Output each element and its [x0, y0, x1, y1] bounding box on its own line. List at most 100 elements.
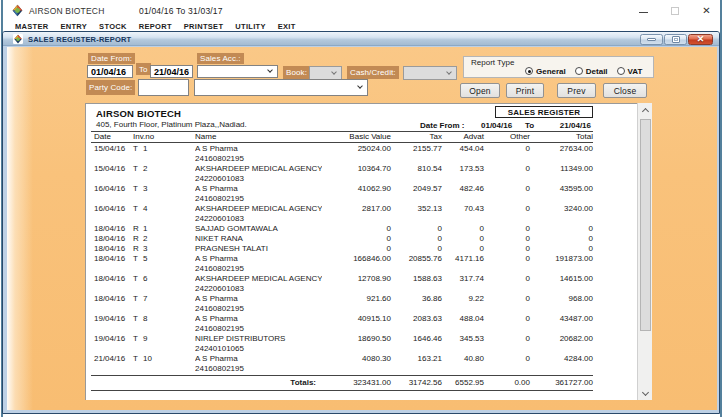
close-button[interactable]: ✕: [691, 0, 722, 21]
menu-item-entry[interactable]: ENTRY: [54, 22, 93, 31]
cell-name: A S Pharma24160802195: [195, 354, 322, 374]
cell-total: 43487.00: [530, 314, 593, 324]
print-button[interactable]: Print: [506, 83, 544, 98]
inv-type: T: [133, 354, 143, 364]
cell-name: NIKET RANA: [195, 234, 322, 244]
cell-basic-value: 0: [322, 244, 391, 254]
party-code-label: Party Code:: [86, 80, 135, 95]
close-form-button[interactable]: Close: [603, 83, 647, 98]
cell-total: 27634.00: [530, 144, 593, 154]
table-row: 19/04/16T8A S Pharma2416080219540915.102…: [91, 314, 593, 334]
minimize-button[interactable]: [628, 0, 659, 21]
cell-total: 0: [530, 244, 593, 254]
table-row: 18/04/16T7A S Pharma24160802195921.6036.…: [91, 294, 593, 314]
cell-name: AKSHARDEEP MEDICAL AGENCY24220601083: [195, 204, 322, 224]
cell-invno: T4: [133, 204, 195, 214]
cell-advat: 40.80: [442, 354, 484, 364]
inv-number: 10: [143, 354, 152, 363]
cell-date: 18/04/16: [91, 274, 133, 284]
prev-button[interactable]: Prev: [557, 83, 596, 98]
form-area: Date From: 01/04/16 To 21/04/16 Sales Ac…: [7, 47, 717, 410]
col-header-date: Date: [91, 132, 133, 142]
party-name: A S Pharma: [195, 354, 322, 364]
radio-icon: [617, 67, 625, 75]
cell-advat: 345.53: [442, 334, 484, 344]
menu-item-report[interactable]: REPORT: [133, 22, 178, 31]
sales-acc-combobox[interactable]: [197, 65, 278, 78]
table-row: 15/04/16T1A S Pharma2416080219525024.002…: [91, 144, 593, 164]
menu-item-exit[interactable]: EXIT: [272, 22, 302, 31]
table-row: 18/04/16R3PRAGNESH TALATI00000: [91, 244, 593, 254]
inv-number: 4: [143, 204, 147, 213]
cell-other: 0: [484, 354, 530, 364]
col-header-tax: Tax: [391, 132, 442, 142]
cell-invno: R1: [133, 224, 195, 234]
date-from-input[interactable]: 01/04/16: [87, 65, 133, 78]
menu-item-stock[interactable]: STOCK: [93, 22, 133, 31]
cell-total: 20682.00: [530, 334, 593, 344]
table-body: 15/04/16T1A S Pharma2416080219525024.002…: [91, 144, 593, 374]
window-border-right: [720, 0, 722, 417]
window-title-period: 01/04/16 To 31/03/17: [139, 6, 223, 16]
child-restore-button[interactable]: [664, 34, 687, 45]
cell-invno: T6: [133, 274, 195, 284]
party-name-combobox[interactable]: [194, 79, 368, 96]
sales-acc-label: Sales Acc.:: [197, 53, 244, 64]
inv-type: T: [133, 184, 143, 194]
scroll-up-icon[interactable]: [638, 103, 653, 117]
cell-basic-value: 4080.30: [322, 354, 391, 364]
cell-invno: T9: [133, 334, 195, 344]
date-to-input[interactable]: 21/04/16: [150, 65, 193, 78]
cell-tax: 352.13: [391, 204, 442, 214]
scroll-down-icon[interactable]: [638, 386, 653, 400]
party-name: A S Pharma: [195, 144, 322, 154]
cell-basic-value: 18690.50: [322, 334, 391, 344]
cell-date: 19/04/16: [91, 334, 133, 344]
party-gst-number: 24160802195: [195, 364, 322, 374]
menu-item-master[interactable]: MASTER: [9, 22, 54, 31]
menu-item-utility[interactable]: UTILITY: [229, 22, 271, 31]
inv-number: 1: [143, 144, 147, 153]
book-label: Book:: [283, 66, 310, 79]
party-name: A S Pharma: [195, 254, 322, 264]
cell-advat: 0: [442, 224, 484, 234]
radio-detail[interactable]: Detail: [575, 67, 608, 76]
party-name: AKSHARDEEP MEDICAL AGENCY: [195, 204, 322, 214]
report-scrollbar[interactable]: [637, 103, 652, 400]
open-button[interactable]: Open: [460, 83, 500, 98]
cell-other: 0: [484, 184, 530, 194]
report-title-badge: SALES REGISTER: [495, 106, 593, 118]
party-name: AKSHARDEEP MEDICAL AGENCY: [195, 164, 322, 174]
inv-type: T: [133, 314, 143, 324]
cell-name: A S Pharma24160802195: [195, 184, 322, 204]
radio-general[interactable]: General: [525, 67, 566, 76]
cell-invno: R3: [133, 244, 195, 254]
cell-total: 11349.00: [530, 164, 593, 174]
totals-label: Totals:: [195, 378, 316, 388]
cell-name: AKSHARDEEP MEDICAL AGENCY24220601083: [195, 274, 322, 294]
date-from-label: Date From:: [88, 53, 135, 64]
cell-date: 16/04/16: [91, 184, 133, 194]
cash-credit-combobox[interactable]: [403, 66, 457, 80]
maximize-icon: [671, 7, 679, 15]
cell-basic-value: 2817.00: [322, 204, 391, 214]
radio-vat[interactable]: VAT: [617, 67, 643, 76]
cell-tax: 20855.76: [391, 254, 442, 264]
party-code-input[interactable]: [138, 79, 189, 96]
menu-item-printset[interactable]: PRINTSET: [178, 22, 230, 31]
inv-type: T: [133, 144, 143, 154]
report-date-to-label: To: [525, 121, 534, 130]
cell-date: 18/04/16: [91, 234, 133, 244]
cell-tax: 2155.77: [391, 144, 442, 154]
table-row: 16/04/16T4AKSHARDEEP MEDICAL AGENCY24220…: [91, 204, 593, 224]
maximize-button[interactable]: [659, 0, 690, 21]
cell-tax: 1588.63: [391, 274, 442, 284]
totals-total: 361727.00: [530, 378, 593, 388]
scrollbar-thumb[interactable]: [640, 119, 651, 331]
child-minimize-button[interactable]: [640, 34, 663, 45]
book-combobox[interactable]: [309, 66, 342, 80]
party-name: A S Pharma: [195, 184, 322, 194]
child-close-button[interactable]: ✕: [688, 34, 713, 45]
cell-advat: 4171.16: [442, 254, 484, 264]
report-view: AIRSON BIOTECH 405, Fourth Floor, Platin…: [85, 103, 637, 400]
